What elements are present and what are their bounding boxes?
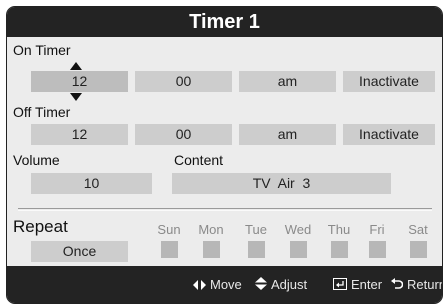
day-label-sat: Sat <box>408 222 428 237</box>
adjust-label: Adjust <box>271 277 308 292</box>
day-checkbox-fri[interactable] <box>369 241 386 258</box>
footer-adjust: Adjust <box>255 266 308 303</box>
on-timer-state-field[interactable]: Inactivate <box>343 71 435 92</box>
volume-field[interactable]: 10 <box>31 173 152 194</box>
increase-arrow-icon[interactable] <box>70 62 82 70</box>
repeat-field[interactable]: Once <box>31 241 128 262</box>
day-checkbox-wed[interactable] <box>290 241 307 258</box>
on-timer-hour-field[interactable]: 12 <box>31 71 128 92</box>
off-timer-hour-field[interactable]: 12 <box>31 124 128 145</box>
footer-enter: Enter <box>333 266 383 303</box>
dialog-title: Timer 1 <box>7 7 442 37</box>
left-right-arrows-icon <box>193 267 206 303</box>
day-label-mon: Mon <box>198 222 224 237</box>
on-timer-label: On Timer <box>13 42 71 58</box>
timer-dialog: Timer 1 On Timer 12 00 am Inactivate Off… <box>6 6 443 304</box>
day-label-sun: Sun <box>157 222 181 237</box>
repeat-label: Repeat <box>13 217 68 236</box>
day-label-fri: Fri <box>369 222 385 237</box>
return-icon <box>391 267 404 303</box>
off-timer-state-field[interactable]: Inactivate <box>343 124 435 145</box>
return-label: Return <box>407 277 443 292</box>
content-label: Content <box>174 152 224 168</box>
day-checkbox-tue[interactable] <box>248 241 265 258</box>
up-down-arrows-icon <box>255 267 267 303</box>
enter-label: Enter <box>351 277 383 292</box>
day-checkbox-thu[interactable] <box>331 241 348 258</box>
volume-label: Volume <box>13 152 60 168</box>
off-timer-ampm-field[interactable]: am <box>239 124 336 145</box>
day-checkbox-sun[interactable] <box>161 241 178 258</box>
decrease-arrow-icon[interactable] <box>70 93 82 101</box>
day-label-tue: Tue <box>245 222 267 237</box>
day-label-wed: Wed <box>284 222 312 237</box>
day-checkbox-mon[interactable] <box>203 241 220 258</box>
day-checkbox-sat[interactable] <box>410 241 427 258</box>
footer-move: Move <box>193 266 242 303</box>
footer-bar: Move Adjust Enter Return <box>7 266 442 303</box>
content-field[interactable]: TV Air 3 <box>172 173 391 194</box>
move-label: Move <box>210 277 242 292</box>
day-label-thu: Thu <box>327 222 351 237</box>
enter-icon <box>333 267 347 303</box>
off-timer-minute-field[interactable]: 00 <box>135 124 232 145</box>
off-timer-label: Off Timer <box>13 104 71 120</box>
on-timer-ampm-field[interactable]: am <box>239 71 336 92</box>
section-divider <box>18 208 432 209</box>
footer-return: Return <box>391 266 443 303</box>
on-timer-minute-field[interactable]: 00 <box>135 71 232 92</box>
